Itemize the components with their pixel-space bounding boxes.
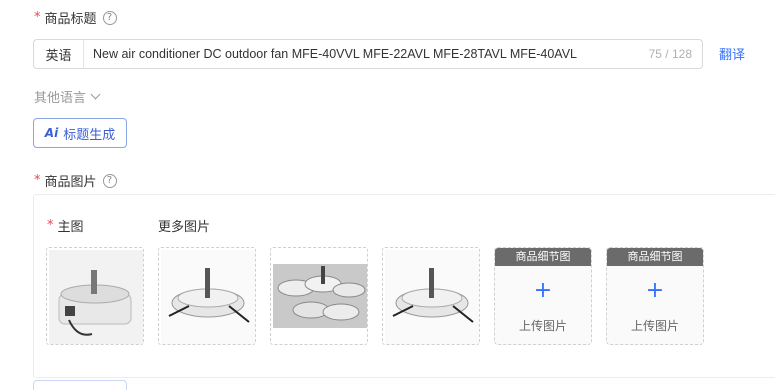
upload-label: 上传图片 (630, 319, 679, 333)
ai-icon: Ai (44, 126, 59, 140)
plus-icon: + (533, 278, 553, 303)
required-marker: * (47, 218, 54, 233)
ai-button-label: 标题生成 (63, 127, 116, 143)
svg-text:-: - (89, 332, 91, 338)
main-image-label: * 主图 (47, 218, 84, 235)
fan-motor-group-image (273, 264, 367, 328)
detail-slot-header: 商品细节图 (495, 248, 591, 266)
language-tag: 英语 (34, 40, 84, 68)
detail-image-upload-slot[interactable]: 商品细节图 + 上传图片 (494, 247, 592, 345)
fan-motor-image (385, 250, 479, 344)
character-counter: 75 / 128 (648, 47, 692, 61)
other-languages-toggle[interactable]: 其他语言 (34, 87, 101, 106)
help-icon[interactable]: ? (102, 10, 117, 25)
images-label: 商品图片 (44, 175, 97, 190)
plus-icon: + (645, 278, 665, 303)
detail-slot-header: 商品细节图 (607, 248, 703, 266)
required-marker: * (34, 173, 41, 188)
fan-motor-image (161, 250, 255, 344)
detail-image-upload-slot[interactable]: 商品细节图 + 上传图片 (606, 247, 704, 345)
help-icon[interactable]: ? (102, 173, 117, 188)
more-image-thumbnail[interactable] (158, 247, 256, 345)
partial-button[interactable] (33, 380, 127, 390)
images-section-label: * 商品图片 ? (34, 171, 117, 190)
title-input-value[interactable]: New air conditioner DC outdoor fan MFE-4… (84, 47, 630, 61)
title-label: 商品标题 (44, 12, 97, 27)
required-marker: * (34, 10, 41, 25)
title-input-field[interactable]: 英语 New air conditioner DC outdoor fan MF… (33, 39, 703, 69)
ai-title-generate-button[interactable]: Ai 标题生成 (33, 118, 127, 148)
translate-link[interactable]: 翻译 (719, 44, 745, 63)
more-images-label: 更多图片 (158, 220, 211, 235)
more-image-thumbnail[interactable] (382, 247, 480, 345)
chevron-down-icon (90, 89, 101, 100)
upload-label: 上传图片 (518, 319, 567, 333)
main-image-thumbnail[interactable]: - (46, 247, 144, 345)
title-section-label: * 商品标题 ? (34, 8, 117, 27)
other-languages-label: 其他语言 (34, 91, 87, 106)
more-image-thumbnail[interactable] (270, 247, 368, 345)
fan-motor-image: - (49, 250, 143, 344)
